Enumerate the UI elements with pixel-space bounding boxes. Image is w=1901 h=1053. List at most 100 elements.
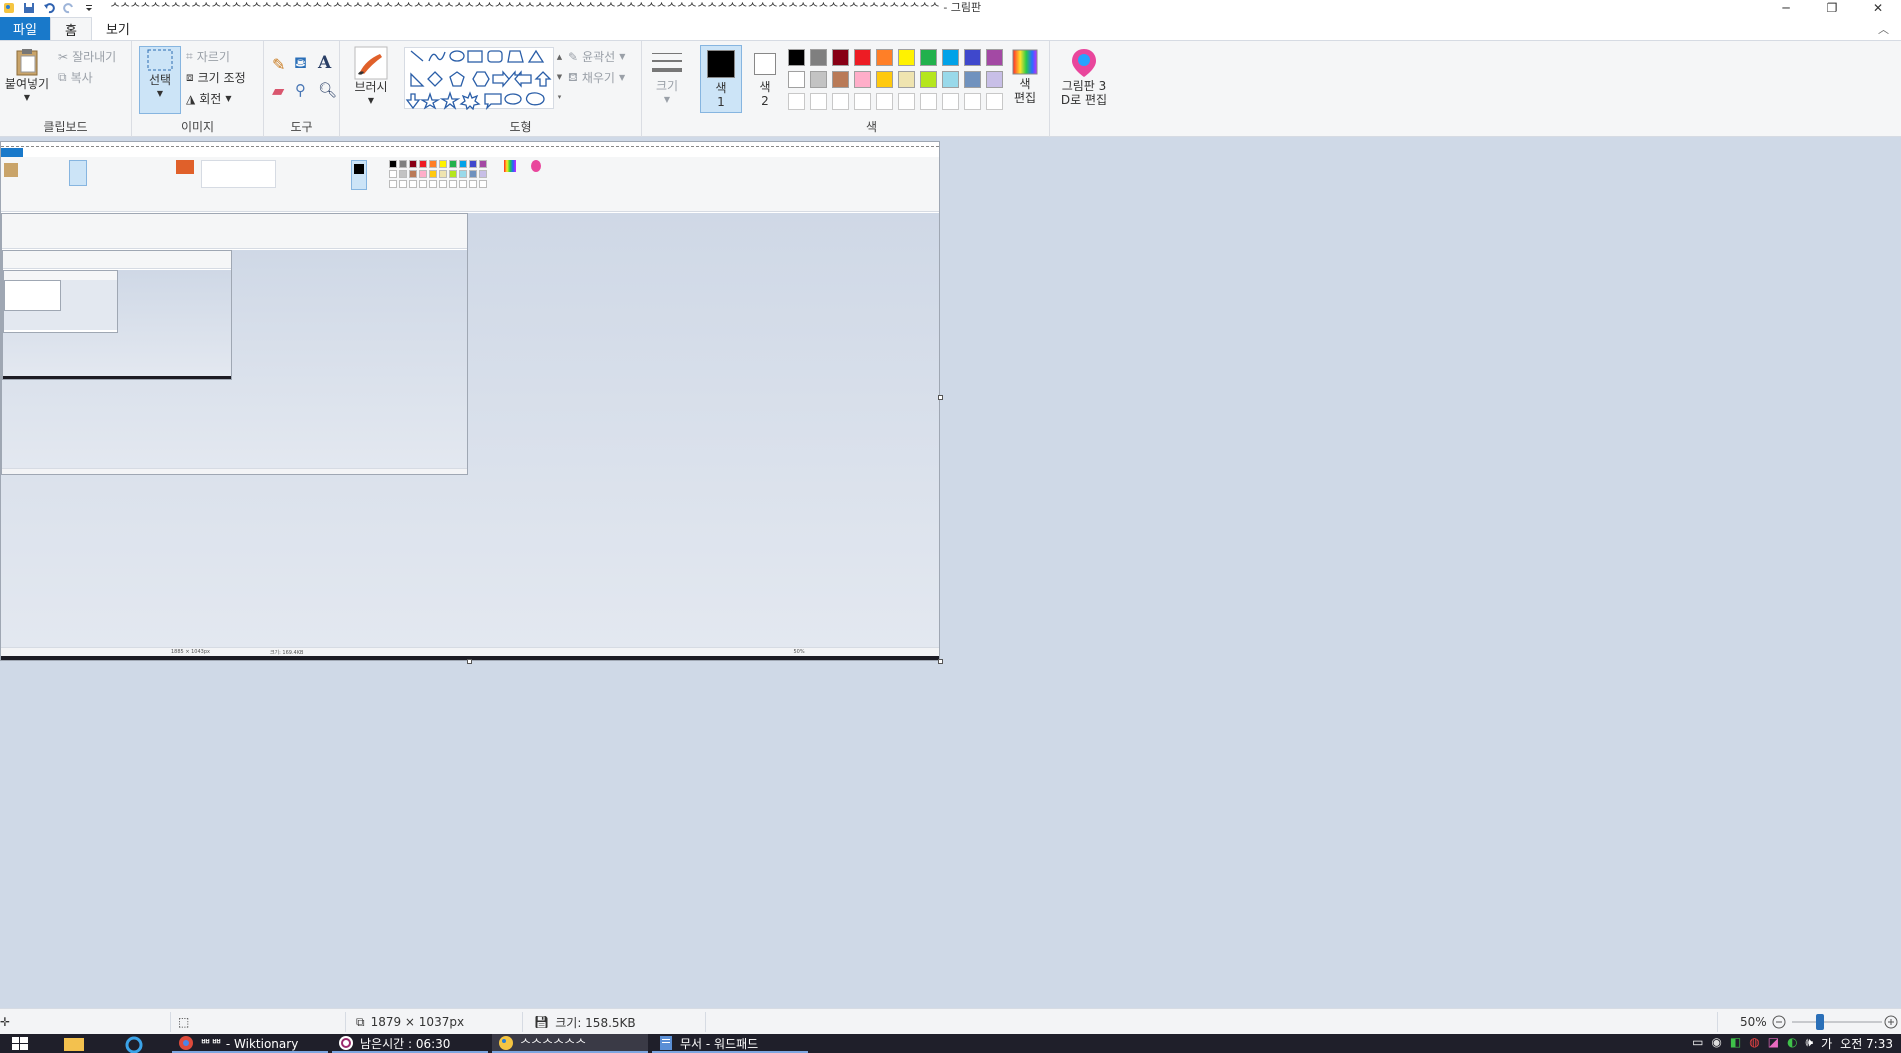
color-swatch[interactable] bbox=[964, 71, 981, 88]
rotate-button[interactable]: ◮ 회전 ▼ bbox=[186, 90, 231, 107]
tray-app-icon-2[interactable]: ◧ bbox=[1730, 1035, 1741, 1049]
size-button[interactable]: 크기 ▼ bbox=[646, 47, 688, 107]
edit-with-paint3d-button[interactable]: 그림판 3 D로 편집 bbox=[1056, 47, 1112, 107]
custom-color-slot[interactable] bbox=[854, 93, 871, 110]
undo-icon[interactable] bbox=[42, 1, 56, 14]
zoom-out-button[interactable] bbox=[1772, 1009, 1786, 1035]
brushes-dropdown-icon[interactable]: ▼ bbox=[368, 94, 374, 108]
color-swatch[interactable] bbox=[788, 49, 805, 66]
color-swatch[interactable] bbox=[986, 71, 1003, 88]
start-button[interactable] bbox=[0, 1034, 40, 1053]
taskbar-app-paint[interactable]: ᄉᄉᄉᄉᄉᄉ bbox=[492, 1034, 648, 1053]
size-dropdown-icon[interactable]: ▼ bbox=[664, 93, 670, 107]
magnifier-icon[interactable]: 🔍︎ bbox=[318, 81, 337, 99]
outline-button[interactable]: ✎ 윤곽선 ▼ bbox=[568, 48, 625, 65]
tab-file[interactable]: 파일 bbox=[0, 17, 50, 40]
taskbar-app-wordpad[interactable]: 무서 - 워드패드 bbox=[652, 1034, 808, 1053]
volume-icon[interactable]: 🕪︎ bbox=[1806, 1035, 1814, 1050]
zoom-slider[interactable] bbox=[1792, 1009, 1882, 1035]
color-picker-icon[interactable]: ⚲ bbox=[295, 81, 306, 99]
canvas[interactable]: 1885 × 1043px 크기: 169.4KB 50% bbox=[0, 141, 940, 661]
customize-qat-icon[interactable] bbox=[82, 1, 96, 14]
redo-icon[interactable] bbox=[62, 1, 76, 14]
tab-home[interactable]: 홈 bbox=[50, 17, 92, 40]
crop-button[interactable]: ⌗ 자르기 bbox=[186, 48, 230, 65]
color-swatch[interactable] bbox=[986, 49, 1003, 66]
color-swatch[interactable] bbox=[854, 49, 871, 66]
paint-app-icon[interactable] bbox=[2, 1, 16, 14]
color-swatch[interactable] bbox=[876, 49, 893, 66]
cut-button[interactable]: ✂ 잘라내기 bbox=[58, 48, 116, 65]
custom-color-slot[interactable] bbox=[832, 93, 849, 110]
custom-color-slot[interactable] bbox=[964, 93, 981, 110]
fill-button[interactable]: ⛾ 채우기 ▼ bbox=[568, 69, 625, 86]
restore-button[interactable]: ❐ bbox=[1809, 0, 1855, 15]
zoom-slider-thumb[interactable] bbox=[1816, 1014, 1824, 1030]
select-button[interactable]: 선택 ▼ bbox=[139, 46, 181, 114]
color-swatch[interactable] bbox=[810, 71, 827, 88]
color-swatch[interactable] bbox=[832, 71, 849, 88]
image-group-label: 이미지 bbox=[180, 120, 215, 134]
tray-app-icon-1[interactable]: ◉ bbox=[1711, 1035, 1721, 1049]
copy-button[interactable]: ⧉ 복사 bbox=[58, 69, 93, 86]
custom-color-slot[interactable] bbox=[810, 93, 827, 110]
pencil-icon[interactable]: ✎ bbox=[272, 55, 285, 74]
color-swatch[interactable] bbox=[788, 71, 805, 88]
resize-button[interactable]: ⧈ 크기 조정 bbox=[186, 69, 246, 86]
canvas-workspace[interactable]: 1885 × 1043px 크기: 169.4KB 50% bbox=[0, 137, 1901, 1008]
text-tool-icon[interactable]: A bbox=[318, 53, 331, 73]
color-swatch[interactable] bbox=[854, 71, 871, 88]
color-swatch[interactable] bbox=[810, 49, 827, 66]
file-explorer-button[interactable] bbox=[56, 1034, 96, 1053]
shapes-gallery[interactable] bbox=[404, 47, 554, 111]
tray-app-icon-5[interactable]: ◐ bbox=[1787, 1035, 1797, 1049]
resize-handle-corner[interactable] bbox=[938, 659, 943, 664]
paste-dropdown-icon[interactable]: ▼ bbox=[24, 91, 30, 105]
eraser-icon[interactable]: ▰ bbox=[272, 81, 284, 100]
outline-dropdown-icon[interactable]: ▼ bbox=[619, 52, 625, 61]
paste-button[interactable]: 붙여넣기 ▼ bbox=[2, 47, 52, 105]
custom-color-slot[interactable] bbox=[986, 93, 1003, 110]
shapes-scroll[interactable]: ▲ ▼ ▾ bbox=[555, 47, 564, 109]
tray-app-icon-3[interactable]: ◍ bbox=[1749, 1035, 1759, 1049]
save-icon[interactable] bbox=[22, 1, 36, 14]
tray-app-icon-4[interactable]: ◪ bbox=[1768, 1035, 1779, 1049]
select-dropdown-icon[interactable]: ▼ bbox=[157, 87, 163, 101]
color-swatch[interactable] bbox=[942, 49, 959, 66]
fill-dropdown-icon[interactable]: ▼ bbox=[619, 73, 625, 82]
color-swatch[interactable] bbox=[920, 71, 937, 88]
tab-view[interactable]: 보기 bbox=[92, 17, 144, 40]
fill-bucket-icon[interactable]: ⛾ bbox=[294, 53, 307, 74]
color-swatch[interactable] bbox=[876, 71, 893, 88]
custom-color-slot[interactable] bbox=[788, 93, 805, 110]
mini-color-swatch bbox=[409, 160, 417, 168]
taskbar-app-chrome[interactable]: ᄈᄈ - Wiktionary bbox=[172, 1034, 328, 1053]
custom-color-slot[interactable] bbox=[920, 93, 937, 110]
edit-colors-button[interactable]: 색 편집 bbox=[1006, 47, 1044, 105]
custom-color-slot[interactable] bbox=[876, 93, 893, 110]
tray-network-icon[interactable]: ▭ bbox=[1692, 1035, 1703, 1049]
custom-color-slot[interactable] bbox=[942, 93, 959, 110]
collapse-ribbon-icon[interactable]: ︿ bbox=[1878, 21, 1889, 37]
color-swatch[interactable] bbox=[920, 49, 937, 66]
color-swatch[interactable] bbox=[942, 71, 959, 88]
color-swatch[interactable] bbox=[898, 71, 915, 88]
mini-color-swatch bbox=[429, 160, 437, 168]
rotate-dropdown-icon[interactable]: ▼ bbox=[225, 94, 231, 103]
resize-handle-right[interactable] bbox=[938, 395, 943, 400]
color-swatch[interactable] bbox=[898, 49, 915, 66]
color2-button[interactable]: 색 2 bbox=[744, 45, 786, 113]
brushes-button[interactable]: 브러시 ▼ bbox=[350, 46, 392, 108]
resize-handle-bottom[interactable] bbox=[467, 659, 472, 664]
internet-explorer-button[interactable] bbox=[118, 1034, 158, 1053]
ime-indicator[interactable]: 가 bbox=[1821, 1035, 1832, 1052]
close-button[interactable]: ✕ bbox=[1855, 0, 1901, 15]
color1-button[interactable]: 색 1 bbox=[700, 45, 742, 113]
custom-color-slot[interactable] bbox=[898, 93, 915, 110]
zoom-in-button[interactable] bbox=[1884, 1009, 1898, 1035]
clock[interactable]: 오전 7:33 bbox=[1840, 1035, 1893, 1052]
taskbar-app-timer[interactable]: 남은시간 : 06:30 bbox=[332, 1034, 488, 1053]
minimize-button[interactable]: ─ bbox=[1763, 0, 1809, 15]
color-swatch[interactable] bbox=[832, 49, 849, 66]
color-swatch[interactable] bbox=[964, 49, 981, 66]
